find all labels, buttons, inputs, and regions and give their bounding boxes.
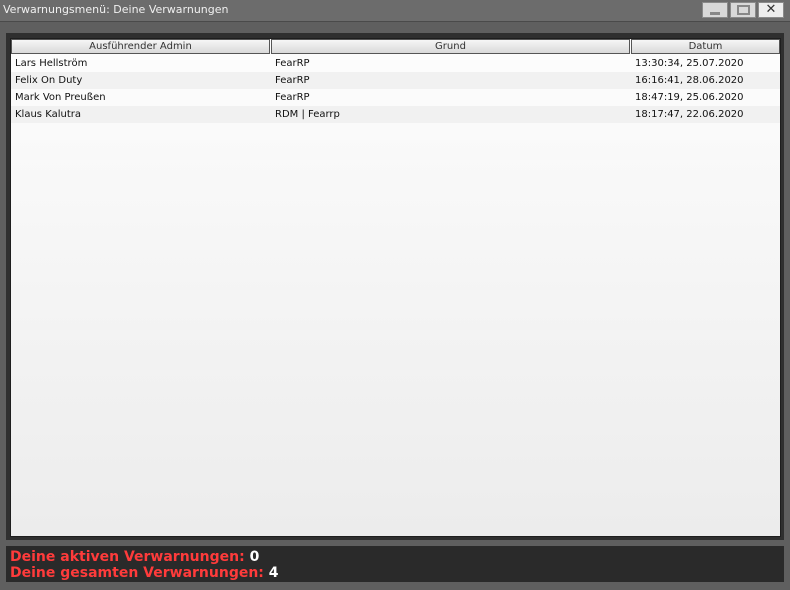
window-controls: ✕ (702, 2, 784, 18)
minimize-button[interactable] (702, 2, 728, 18)
grid-header: Ausführender Admin Grund Datum (11, 39, 780, 54)
warnings-summary: Deine aktiven Verwarnungen: 0 Deine gesa… (6, 546, 784, 582)
cell-admin: Mark Von Preußen (15, 92, 106, 103)
total-warnings-count: 4 (268, 565, 279, 581)
cell-datum: 18:47:19, 25.06.2020 (635, 92, 744, 103)
table-row[interactable]: Klaus Kalutra RDM | Fearrp 18:17:47, 22.… (11, 106, 780, 123)
cell-grund: FearRP (275, 75, 310, 86)
cell-admin: Felix On Duty (15, 75, 83, 86)
table-row[interactable]: Felix On Duty FearRP 16:16:41, 28.06.202… (11, 72, 780, 89)
total-warnings-line: Deine gesamten Verwarnungen: 4 (10, 565, 279, 581)
cell-grund: RDM | Fearrp (275, 109, 340, 120)
window-title: Verwarnungsmenü: Deine Verwarnungen (3, 3, 229, 16)
column-header-grund[interactable]: Grund (271, 39, 630, 54)
close-icon: ✕ (765, 2, 777, 17)
warnings-grid[interactable]: Ausführender Admin Grund Datum Lars Hell… (10, 38, 781, 537)
active-warnings-count: 0 (249, 549, 260, 565)
close-button[interactable]: ✕ (758, 2, 784, 18)
cell-grund: FearRP (275, 92, 310, 103)
table-row[interactable]: Lars Hellström FearRP 13:30:34, 25.07.20… (11, 55, 780, 72)
column-header-admin[interactable]: Ausführender Admin (11, 39, 270, 54)
cell-grund: FearRP (275, 58, 310, 69)
cell-datum: 16:16:41, 28.06.2020 (635, 75, 744, 86)
warnings-panel: Ausführender Admin Grund Datum Lars Hell… (6, 33, 784, 540)
cell-datum: 18:17:47, 22.06.2020 (635, 109, 744, 120)
title-bar[interactable]: Verwarnungsmenü: Deine Verwarnungen ✕ (0, 0, 790, 22)
active-warnings-line: Deine aktiven Verwarnungen: 0 (10, 549, 259, 565)
column-header-datum[interactable]: Datum (631, 39, 780, 54)
maximize-button[interactable] (730, 2, 756, 18)
cell-admin: Klaus Kalutra (15, 109, 81, 120)
active-warnings-label: Deine aktiven Verwarnungen: (10, 549, 245, 565)
cell-admin: Lars Hellström (15, 58, 88, 69)
table-row[interactable]: Mark Von Preußen FearRP 18:47:19, 25.06.… (11, 89, 780, 106)
cell-datum: 13:30:34, 25.07.2020 (635, 58, 744, 69)
warnings-window: Verwarnungsmenü: Deine Verwarnungen ✕ Au… (0, 0, 790, 590)
maximize-icon (736, 5, 750, 15)
minimize-icon (710, 11, 720, 15)
total-warnings-label: Deine gesamten Verwarnungen: (10, 565, 264, 581)
